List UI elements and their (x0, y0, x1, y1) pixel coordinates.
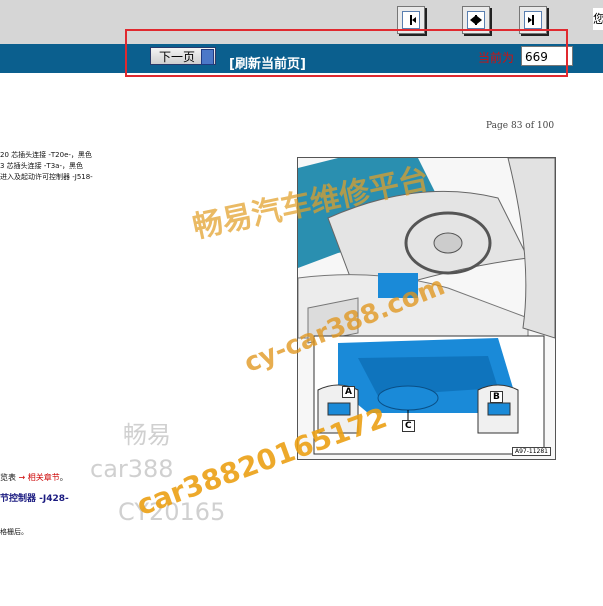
last-page-icon (524, 11, 542, 29)
related-chapter-link[interactable]: 相关章节 (28, 473, 60, 482)
watermark-gray-1: 畅易 (123, 421, 171, 449)
related-chapter-row: 览表 → 相关章节。 (0, 472, 68, 483)
grille-text: 格栅后。 (0, 528, 28, 536)
sentence-end: 。 (59, 473, 68, 482)
highlight-annotation-box (125, 29, 568, 77)
doc-line-3: 进入及起动许可控制器 -J518- (0, 173, 93, 181)
section-heading: 节控制器 -J428- (0, 494, 69, 504)
callout-c: C (402, 420, 415, 432)
doc-line-2: 3 芯插头连接 -T3a-，黑色 (0, 162, 83, 170)
callout-a: A (342, 386, 355, 398)
dashboard-figure: A B C A97-11281 (297, 157, 556, 460)
page-number: Page 83 of 100 (486, 121, 555, 131)
callout-b: B (490, 391, 503, 403)
truncated-toolbar-text: 您 (593, 8, 603, 30)
first-page-icon (402, 11, 420, 29)
doc-line-1: 20 芯插头连接 -T20e-，黑色 (0, 151, 92, 159)
figure-code: A97-11281 (512, 447, 551, 456)
watermark-gray-3: CY20165 (118, 498, 226, 526)
watermark-gray-2: car388 (90, 455, 174, 483)
prev-next-icon (467, 11, 485, 29)
overview-text: 览表 (0, 473, 16, 482)
arrow-right-icon: → (18, 473, 26, 482)
